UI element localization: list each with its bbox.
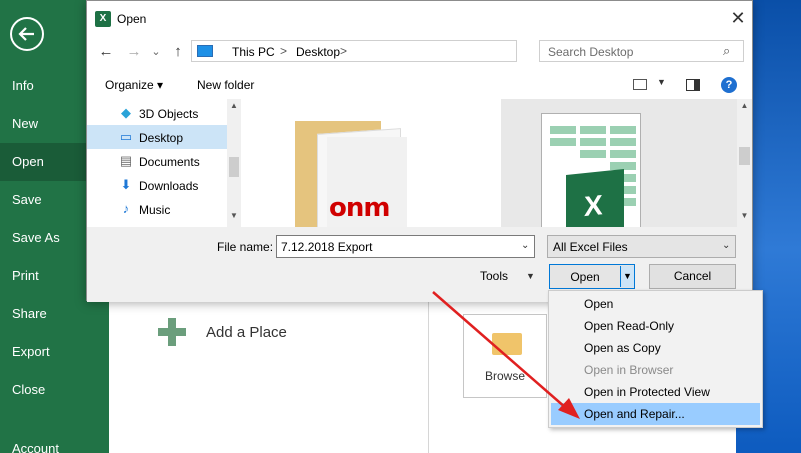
- spreadsheet-cell: [580, 126, 606, 134]
- recent-locations-icon[interactable]: ⌄: [147, 43, 165, 61]
- cancel-button[interactable]: Cancel: [649, 264, 736, 289]
- navigation-pane: ◆ 3D Objects ▭ Desktop ▤ Documents ⬇ Dow…: [87, 99, 227, 227]
- tree-item-desktop[interactable]: ▭ Desktop: [87, 125, 227, 149]
- view-dropdown-icon[interactable]: ▼: [657, 77, 666, 87]
- tree-item-label: Downloads: [139, 179, 199, 193]
- add-place-label: Add a Place: [206, 324, 287, 341]
- excel-logo-icon: X: [95, 11, 111, 27]
- music-icon: ♪: [122, 201, 130, 216]
- open-dialog: X Open ✕ ← → ⌄ ↑ This PC > Desktop > ⌄ ↻…: [86, 0, 753, 302]
- folder-icon: [492, 333, 522, 355]
- documents-icon: ▤: [119, 153, 133, 168]
- up-arrow-icon[interactable]: ↑: [169, 43, 187, 61]
- tree-item-documents[interactable]: ▤ Documents: [87, 149, 227, 173]
- search-input[interactable]: Search Desktop ⌕: [539, 40, 744, 62]
- address-bar[interactable]: This PC > Desktop > ⌄ ↻: [191, 40, 631, 62]
- dialog-titlebar[interactable]: X Open ✕: [87, 1, 752, 37]
- content-divider: [428, 300, 429, 453]
- tree-item-label: Desktop: [139, 131, 184, 145]
- arrow-left-icon: [18, 27, 34, 41]
- spreadsheet-cell: [610, 150, 636, 158]
- chevron-down-icon[interactable]: ⌄: [521, 240, 529, 251]
- this-pc-icon: [197, 45, 213, 57]
- cube-icon: ◆: [121, 105, 131, 120]
- menu-item-open-read-only[interactable]: Open Read-Only: [551, 315, 760, 337]
- menu-item-open-in-browser: Open in Browser: [584, 363, 674, 377]
- file-type-value: All Excel Files: [553, 240, 628, 254]
- back-arrow-icon[interactable]: ←: [97, 43, 115, 61]
- tree-item-downloads[interactable]: ⬇ Downloads: [87, 173, 227, 197]
- excel-icon: X: [566, 168, 624, 227]
- help-icon[interactable]: ?: [721, 77, 737, 93]
- spreadsheet-cell: [550, 126, 576, 134]
- spreadsheet-cell: [550, 138, 576, 146]
- close-button[interactable]: ✕: [729, 9, 747, 27]
- file-type-select[interactable]: All Excel Files ⌄: [547, 235, 736, 258]
- folder-item[interactable]: onm: [295, 121, 407, 227]
- spreadsheet-cell: [580, 138, 606, 146]
- browse-label: Browse: [484, 369, 525, 383]
- excel-x-letter: X: [584, 189, 603, 223]
- download-icon: ⬇: [120, 177, 132, 192]
- tree-item-3d-objects[interactable]: ◆ 3D Objects: [87, 101, 227, 125]
- excel-file-item[interactable]: X: [501, 99, 737, 227]
- breadcrumb-desktop[interactable]: Desktop: [296, 45, 340, 59]
- menu-item-open-and-repair[interactable]: Open and Repair...: [551, 403, 760, 425]
- dialog-title: Open: [117, 12, 147, 26]
- menu-item-open[interactable]: Open: [551, 293, 760, 315]
- spreadsheet-cell: [610, 126, 636, 134]
- back-button[interactable]: [10, 17, 44, 51]
- menu-item-open-protected-view[interactable]: Open in Protected View: [551, 381, 760, 403]
- tree-item-label: Music: [139, 203, 171, 217]
- search-icon: ⌕: [723, 43, 731, 58]
- spreadsheet-cell: [610, 138, 636, 146]
- scroll-down-icon[interactable]: ▼: [227, 211, 241, 220]
- file-name-value: 7.12.2018 Export: [281, 240, 373, 254]
- spreadsheet-cell: [580, 150, 606, 158]
- open-split-dropdown-icon[interactable]: ▼: [620, 266, 634, 287]
- scrollbar-thumb[interactable]: [739, 147, 750, 165]
- backstage-item-account[interactable]: Account: [0, 430, 109, 453]
- backstage-item-export[interactable]: Export: [0, 333, 109, 371]
- browse-button[interactable]: Browse: [463, 314, 547, 398]
- scroll-up-icon[interactable]: ▲: [737, 101, 752, 110]
- new-folder-button[interactable]: New folder: [197, 78, 254, 92]
- forward-arrow-icon[interactable]: →: [125, 43, 143, 61]
- navigation-scrollbar[interactable]: ▲ ▼: [227, 99, 241, 227]
- open-options-menu: Open Open Read-Only Open as Copy Open in…: [548, 290, 763, 428]
- tools-dropdown-icon[interactable]: ▼: [526, 271, 535, 281]
- breadcrumb-this-pc[interactable]: This PC: [232, 45, 275, 59]
- scrollbar-thumb[interactable]: [229, 157, 239, 177]
- tools-button[interactable]: Tools: [480, 269, 508, 283]
- desktop-icon: ▭: [119, 129, 133, 144]
- preview-pane-icon[interactable]: [686, 79, 700, 91]
- file-name-label: File name:: [217, 240, 274, 254]
- tree-item-label: Documents: [139, 155, 200, 169]
- folder-brand-text: onm: [329, 193, 390, 223]
- tree-item-music[interactable]: ♪ Music: [87, 197, 227, 221]
- search-placeholder: Search Desktop: [548, 45, 634, 59]
- scroll-down-icon[interactable]: ▼: [737, 211, 752, 220]
- organize-button[interactable]: Organize ▾: [105, 78, 163, 92]
- dialog-toolbar: Organize ▾ New folder ▼ ?: [87, 71, 752, 99]
- file-list-scrollbar[interactable]: ▲ ▼: [737, 99, 752, 227]
- open-button[interactable]: Open ▼: [549, 264, 635, 289]
- breadcrumb-separator[interactable]: >: [340, 44, 347, 58]
- spreadsheet-preview: X: [541, 113, 641, 227]
- tree-item-label: 3D Objects: [139, 107, 199, 121]
- plus-icon: [158, 318, 186, 346]
- file-list: onm X: [243, 99, 737, 227]
- scroll-up-icon[interactable]: ▲: [227, 101, 241, 110]
- chevron-down-icon[interactable]: ⌄: [722, 240, 730, 251]
- backstage-item-close[interactable]: Close: [0, 371, 109, 409]
- open-button-label: Open: [570, 270, 600, 284]
- change-view-icon[interactable]: [633, 79, 647, 90]
- breadcrumb-separator[interactable]: >: [280, 44, 287, 58]
- navigation-bar: ← → ⌄ ↑ This PC > Desktop > ⌄ ↻ Search D…: [87, 39, 752, 65]
- menu-item-open-as-copy[interactable]: Open as Copy: [551, 337, 760, 359]
- file-name-input[interactable]: 7.12.2018 Export ⌄: [276, 235, 535, 258]
